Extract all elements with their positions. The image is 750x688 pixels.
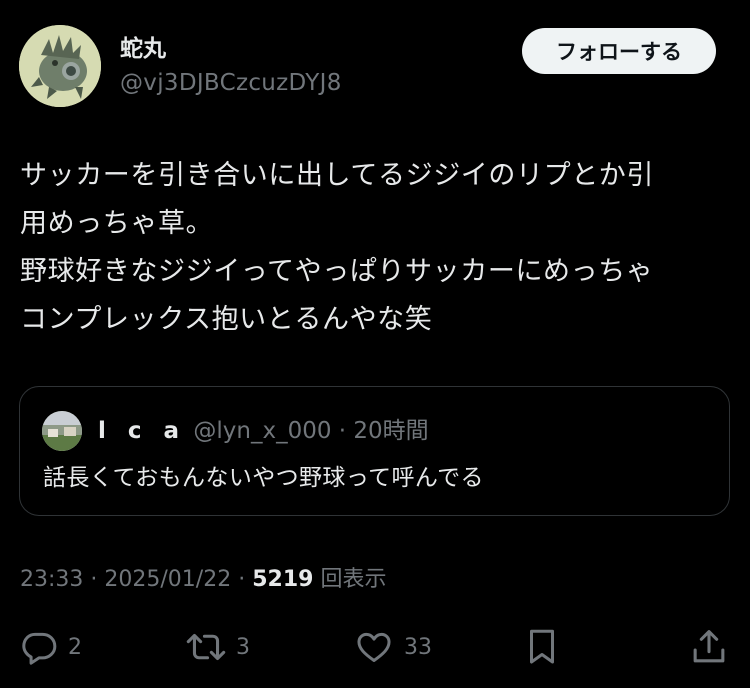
meta-separator: · bbox=[238, 567, 246, 592]
tweet-time[interactable]: 23:33 bbox=[20, 567, 83, 592]
bookmark-button[interactable] bbox=[524, 622, 560, 672]
share-button[interactable] bbox=[690, 622, 728, 672]
author-avatar[interactable] bbox=[19, 25, 101, 107]
tweet-text-line: 用めっちゃ草。 bbox=[20, 208, 214, 239]
views-count: 5219 bbox=[252, 567, 314, 592]
quote-header: l c a @lyn_x_000 · 20時間 bbox=[98, 415, 429, 447]
author-handle[interactable]: @vj3DJBCzcuzDYJ8 bbox=[120, 68, 342, 98]
monster-avatar-icon bbox=[19, 25, 101, 107]
meta-separator: · bbox=[90, 567, 98, 592]
heart-icon bbox=[357, 632, 391, 662]
author-name[interactable]: 蛇丸 bbox=[120, 34, 166, 64]
tweet-text-line: サッカーを引き合いに出してるジジイのリプとか引 bbox=[20, 160, 654, 191]
tweet-meta: 23:33 · 2025/01/22 · 5219 回表示 bbox=[20, 564, 386, 596]
quote-timestamp[interactable]: 20時間 bbox=[353, 418, 428, 444]
quote-author-handle[interactable]: @lyn_x_000 bbox=[193, 418, 331, 444]
like-count: 33 bbox=[404, 634, 432, 660]
share-icon bbox=[693, 630, 725, 663]
like-button[interactable]: 33 bbox=[354, 622, 432, 672]
views-label: 回表示 bbox=[320, 567, 387, 592]
reply-icon bbox=[22, 632, 57, 665]
landscape-avatar-icon bbox=[42, 411, 82, 451]
quote-author-name[interactable]: l c a bbox=[98, 418, 186, 444]
tweet-date[interactable]: 2025/01/22 bbox=[104, 567, 231, 592]
action-bar: 2 3 33 bbox=[0, 622, 750, 672]
reply-button[interactable]: 2 bbox=[20, 622, 82, 672]
retweet-count: 3 bbox=[236, 634, 250, 660]
reply-count: 2 bbox=[68, 634, 82, 660]
retweet-button[interactable]: 3 bbox=[186, 622, 250, 672]
tweet-text-line: コンプレックス抱いとるんやな笑 bbox=[20, 304, 433, 335]
quote-author-avatar[interactable] bbox=[42, 411, 82, 451]
quote-tweet-card[interactable]: l c a @lyn_x_000 · 20時間 話長くておもんないやつ野球って呼… bbox=[19, 386, 730, 516]
retweet-icon bbox=[186, 633, 226, 661]
tweet-text-line: 野球好きなジジイってやっぱりサッカーにめっちゃ bbox=[20, 256, 654, 287]
follow-button[interactable]: フォローする bbox=[522, 28, 716, 74]
tweet: 蛇丸 @vj3DJBCzcuzDYJ8 フォローする サッカーを引き合いに出して… bbox=[0, 0, 750, 688]
tweet-text: サッカーを引き合いに出してるジジイのリプとか引 用めっちゃ草。 野球好きなジジイ… bbox=[20, 152, 720, 344]
quote-separator: · bbox=[338, 418, 347, 444]
quote-text: 話長くておもんないやつ野球って呼んでる bbox=[43, 465, 484, 491]
bookmark-icon bbox=[530, 629, 554, 664]
